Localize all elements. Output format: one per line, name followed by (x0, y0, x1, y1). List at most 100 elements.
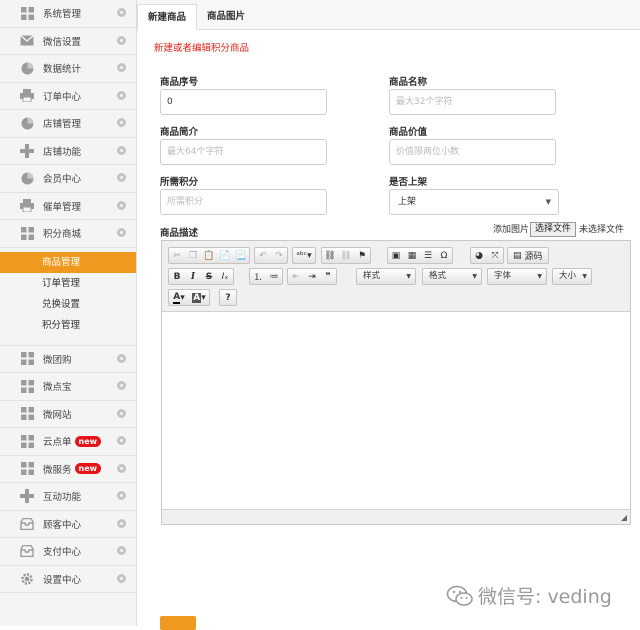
new-badge: new (74, 435, 102, 447)
maximize-icon[interactable]: ⤧ (487, 248, 503, 263)
expand-circle-icon[interactable] (117, 518, 126, 528)
pie-icon (20, 61, 34, 75)
expand-circle-icon[interactable] (117, 63, 126, 72)
help-icon[interactable]: ? (220, 290, 236, 305)
indent-icon[interactable]: ⇥ (304, 269, 320, 284)
bg-color-icon[interactable]: A ▾ (189, 290, 209, 305)
italic-icon[interactable]: I (185, 269, 201, 284)
bullet-list-icon[interactable]: ≔ (266, 269, 282, 284)
sidebar-item[interactable]: 微信设置 (0, 28, 136, 55)
link-icon[interactable]: ⛓ (322, 248, 338, 263)
unlink-icon[interactable]: ⛓ (338, 248, 354, 263)
expand-circle-icon[interactable] (117, 408, 126, 418)
sidebar-subitem[interactable]: 商品管理 (0, 251, 136, 273)
sidebar-item[interactable]: 数据统计 (0, 55, 136, 83)
outdent-icon[interactable]: ⇤ (288, 269, 304, 284)
sidebar-item[interactable]: 互动功能 (0, 483, 136, 511)
paste-icon[interactable]: 📋 (201, 248, 217, 263)
chevron-down-icon: ▼ (472, 273, 477, 280)
sidebar-item[interactable]: 店铺管理 (0, 110, 136, 138)
text-color-icon[interactable]: A ▾ (169, 290, 189, 305)
expand-circle-icon[interactable] (117, 436, 126, 445)
expand-circle-icon[interactable] (117, 173, 126, 182)
sidebar-item[interactable]: 催单管理 (0, 193, 136, 220)
add-image-label: 添加图片 (493, 225, 530, 235)
source-button[interactable]: ▤ 源码 (508, 248, 548, 263)
expand-circle-icon[interactable] (117, 118, 126, 127)
remove-format-icon[interactable]: Iₓ (217, 269, 233, 284)
special-char-icon[interactable]: Ω (436, 248, 452, 263)
format-dropdown[interactable]: 格式 ▼ (422, 268, 482, 285)
sidebar-subitem[interactable]: 积分管理 (0, 315, 136, 336)
product-no-input[interactable] (160, 89, 327, 115)
image-icon[interactable]: ▣ (388, 248, 404, 263)
expand-circle-icon[interactable] (117, 145, 126, 155)
sidebar-item[interactable]: 云点单 new (0, 428, 136, 456)
sidebar-item[interactable]: 微服务 new (0, 456, 136, 483)
expand-circle-icon[interactable] (117, 35, 126, 45)
cut-icon[interactable]: ✂ (169, 248, 185, 263)
sidebar-item[interactable]: 微网站 (0, 401, 136, 428)
copy-icon[interactable]: ❐ (185, 248, 201, 263)
expand-circle-icon[interactable] (117, 381, 126, 390)
paste-word-icon[interactable]: 📃 (233, 248, 249, 263)
expand-circle-icon[interactable] (117, 353, 126, 363)
expand-circle-icon[interactable] (117, 228, 126, 237)
product-name-input[interactable] (389, 89, 556, 115)
expand-circle-icon[interactable] (117, 546, 126, 555)
chevron-down-icon: ▼ (406, 273, 411, 280)
watermark-text: 微信号: veding (478, 586, 612, 608)
sidebar-item-label: 互动功能 (43, 492, 82, 504)
spellcheck-icon[interactable]: ᵃᵇᶜ▾ (293, 248, 315, 263)
sidebar-item[interactable]: 微团购 (0, 346, 136, 373)
expand-circle-icon[interactable] (117, 573, 126, 583)
size-dropdown[interactable]: 大小 ▼ (552, 268, 592, 285)
expand-circle-icon[interactable] (117, 200, 126, 210)
tab-product-images[interactable]: 商品图片 (197, 4, 255, 30)
redo-icon[interactable]: ↷ (271, 248, 287, 263)
points-input[interactable] (160, 189, 327, 215)
anchor-flag-icon[interactable]: ⚑ (354, 248, 370, 263)
bold-icon[interactable]: B (169, 269, 185, 284)
sidebar-subitem[interactable]: 订单管理 (0, 273, 136, 294)
expand-circle-icon[interactable] (117, 8, 126, 17)
sidebar-item[interactable]: 顾客中心 (0, 511, 136, 538)
sidebar-item[interactable]: 积分商城 (0, 220, 136, 248)
sidebar-item[interactable]: 微点宝 (0, 373, 136, 401)
choose-file-button[interactable]: 选择文件 (530, 222, 577, 237)
summary-input[interactable] (160, 139, 327, 165)
sidebar-item-label: 云点单 (43, 437, 72, 449)
help-group: ? (219, 289, 237, 306)
sidebar-subitem[interactable]: 兑换设置 (0, 294, 136, 315)
paste-text-icon[interactable]: 📄 (217, 248, 233, 263)
tab-new-product[interactable]: 新建商品 (137, 4, 198, 30)
sidebar-item-label: 微服务 (43, 464, 72, 476)
pie-icon (20, 171, 34, 185)
preview-icon[interactable]: ◕ (471, 248, 487, 263)
sidebar-item[interactable]: 会员中心 (0, 165, 136, 193)
grid-icon (20, 352, 34, 366)
price-input[interactable] (389, 139, 556, 165)
undo-icon[interactable]: ↶ (255, 248, 271, 263)
table-icon[interactable]: ▦ (404, 248, 420, 263)
horizontal-rule-icon[interactable]: ☰ (420, 248, 436, 263)
rich-text-editor[interactable]: ✂ ❐ 📋 📄 📃 ↶ ↷ ᵃᵇᶜ▾ ⛓ ⛓ ⚑ ▣ ▦ ☰ Ω ◕ ⤧ ▤ 源… (161, 240, 631, 525)
shelf-select[interactable]: 上架 ▼ (389, 189, 559, 215)
expand-circle-icon[interactable] (117, 90, 126, 100)
style-dropdown[interactable]: 样式 ▼ (356, 268, 416, 285)
sidebar-item[interactable]: 店铺功能 (0, 138, 136, 165)
sidebar-item[interactable]: 系统管理 (0, 0, 136, 28)
source-group: ▤ 源码 (507, 247, 549, 264)
tab-bar: 新建商品 商品图片 (137, 0, 640, 30)
font-dropdown[interactable]: 字体 ▼ (487, 268, 547, 285)
resize-handle-icon[interactable] (621, 515, 627, 521)
submit-button[interactable] (160, 616, 196, 630)
expand-circle-icon[interactable] (117, 463, 126, 473)
ordered-list-icon[interactable]: ⒈ (250, 269, 266, 284)
sidebar-item[interactable]: 订单中心 (0, 83, 136, 110)
sidebar-item[interactable]: 设置中心 (0, 566, 136, 593)
sidebar-item[interactable]: 支付中心 (0, 538, 136, 566)
strikethrough-icon[interactable]: S (201, 269, 217, 284)
expand-circle-icon[interactable] (117, 491, 126, 500)
blockquote-icon[interactable]: ❞ (320, 269, 336, 284)
